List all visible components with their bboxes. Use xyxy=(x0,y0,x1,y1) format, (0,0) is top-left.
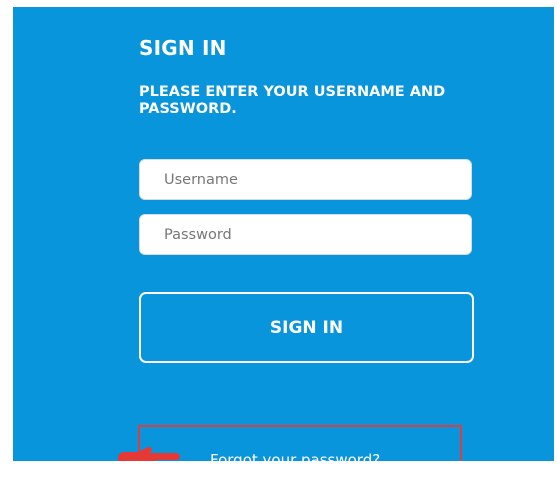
username-input[interactable] xyxy=(139,159,472,200)
page-background-strip xyxy=(0,461,557,489)
signin-button-label: SIGN IN xyxy=(269,317,344,338)
forgot-password-link[interactable]: Forgot your password? xyxy=(210,451,380,461)
password-input[interactable] xyxy=(139,214,472,255)
signin-panel: SIGN IN PLEASE ENTER YOUR USERNAME AND P… xyxy=(13,7,554,461)
signin-subtitle: PLEASE ENTER YOUR USERNAME AND PASSWORD. xyxy=(139,84,446,117)
signin-button[interactable]: SIGN IN xyxy=(139,292,474,363)
signin-title: SIGN IN xyxy=(139,36,227,60)
